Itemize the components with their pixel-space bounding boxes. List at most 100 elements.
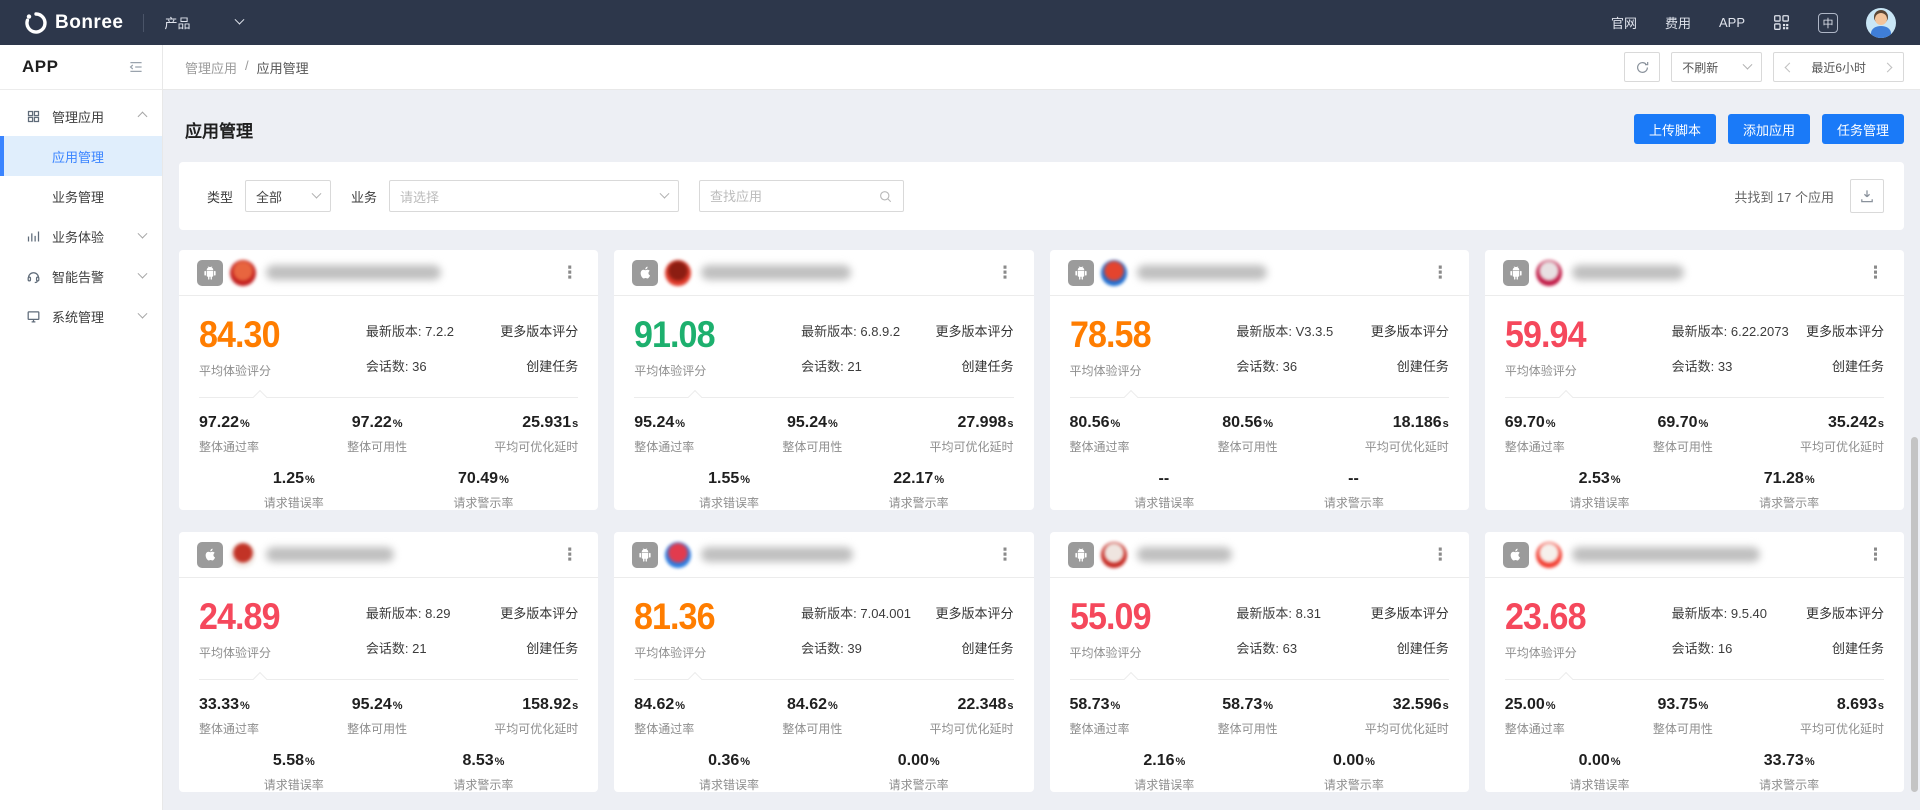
create-task-link[interactable]: 创建任务 [1832,356,1884,375]
stat-warn-rate: 8.53% 请求警示率 [389,752,579,792]
divider [199,397,578,398]
add-app-button[interactable]: 添加应用 [1728,114,1810,144]
create-task-link[interactable]: 创建任务 [1397,356,1449,375]
refresh-button[interactable] [1624,52,1660,82]
create-task-link[interactable]: 创建任务 [526,356,578,375]
more-menu-icon[interactable]: ⋮ [1863,262,1888,283]
app-search-input[interactable] [710,189,878,204]
more-version-scores-link[interactable]: 更多版本评分 [935,603,1013,622]
sidebar-item-manage-apps[interactable]: 管理应用 [0,96,162,136]
sidebar-item-app-management[interactable]: 应用管理 [0,136,162,176]
create-task-link[interactable]: 创建任务 [1832,638,1884,657]
nav-link-website[interactable]: 官网 [1611,13,1637,32]
stat-availability: 58.73% 整体可用性 [1190,696,1305,737]
nav-link-app[interactable]: APP [1719,15,1745,30]
chevron-up-icon [138,111,148,121]
more-version-scores-link[interactable]: 更多版本评分 [500,603,578,622]
app-logo-redacted [1101,542,1127,568]
latest-version: 最新版本: 7.2.2 [366,321,454,340]
create-task-link[interactable]: 创建任务 [961,638,1013,657]
more-menu-icon[interactable]: ⋮ [1428,262,1453,283]
monitor-icon [26,308,42,324]
search-icon[interactable] [878,189,893,204]
user-avatar[interactable] [1866,8,1896,38]
bonree-logo-icon [24,11,48,35]
scrollbar-thumb[interactable] [1911,437,1918,792]
create-task-link[interactable]: 创建任务 [961,356,1013,375]
more-menu-icon[interactable]: ⋮ [1863,544,1888,565]
more-menu-icon[interactable]: ⋮ [993,544,1018,565]
create-task-link[interactable]: 创建任务 [526,638,578,657]
prev-range-icon[interactable] [1785,62,1795,72]
stat-optimizable-latency: 27.998s 平均可优化延时 [870,414,1014,455]
stat-warn-rate: 0.00% 请求警示率 [824,752,1014,792]
divider [1070,397,1449,398]
breadcrumb-bar: 管理应用 / 应用管理 不刷新 最近6小时 [163,45,1920,90]
latest-version: 最新版本: 9.5.40 [1672,603,1767,622]
score-label: 平均体验评分 [634,362,722,379]
upload-script-button[interactable]: 上传脚本 [1634,114,1716,144]
stat-availability: 80.56% 整体可用性 [1190,414,1305,455]
next-range-icon[interactable] [1883,62,1893,72]
stat-availability: 69.70% 整体可用性 [1625,414,1740,455]
more-version-scores-link[interactable]: 更多版本评分 [500,321,578,340]
experience-score: 91.08 [634,316,715,353]
nav-link-billing[interactable]: 费用 [1665,13,1691,32]
breadcrumb-current: 应用管理 [257,58,309,77]
business-filter-select[interactable]: 请选择 [389,180,679,212]
time-range-picker[interactable]: 最近6小时 [1773,52,1904,82]
divider [1505,397,1884,398]
more-version-scores-link[interactable]: 更多版本评分 [1371,603,1449,622]
language-switch[interactable]: 中 [1818,13,1838,33]
product-menu[interactable]: 产品 [164,13,243,32]
more-version-scores-link[interactable]: 更多版本评分 [935,321,1013,340]
sidebar-item-smart-alert[interactable]: 智能告警 [0,256,162,296]
stat-pass-rate: 69.70% 整体通过率 [1505,414,1626,455]
apps-grid-icon[interactable] [1773,14,1790,31]
stat-availability: 95.24% 整体可用性 [320,696,435,737]
android-icon [637,547,653,563]
type-filter-select[interactable]: 全部 [245,180,331,212]
chevron-down-icon [138,268,148,278]
breadcrumb-parent[interactable]: 管理应用 [185,58,237,77]
divider [199,679,578,680]
refresh-interval-select[interactable]: 不刷新 [1671,52,1762,82]
experience-score: 55.09 [1070,598,1151,635]
app-card: ⋮ 59.94 平均体验评分 最新版本: 6.22.2073 更多版本评分 会话… [1485,250,1904,510]
os-badge [1068,542,1094,568]
more-menu-icon[interactable]: ⋮ [557,262,582,283]
task-management-button[interactable]: 任务管理 [1822,114,1904,144]
headset-icon [26,268,42,284]
bar-chart-icon [26,228,42,244]
score-label: 平均体验评分 [634,644,722,661]
more-version-scores-link[interactable]: 更多版本评分 [1371,321,1449,340]
android-icon [1073,265,1089,281]
more-menu-icon[interactable]: ⋮ [993,262,1018,283]
stat-pass-rate: 84.62% 整体通过率 [634,696,755,737]
sidebar-app-title: APP [22,57,58,77]
download-button[interactable] [1850,179,1884,213]
bonree-logo[interactable]: Bonree [24,11,123,35]
more-menu-icon[interactable]: ⋮ [557,544,582,565]
collapse-sidebar-icon[interactable] [128,59,144,75]
more-version-scores-link[interactable]: 更多版本评分 [1806,603,1884,622]
create-task-link[interactable]: 创建任务 [1397,638,1449,657]
more-version-scores-link[interactable]: 更多版本评分 [1806,321,1884,340]
app-cards-grid: ⋮ 84.30 平均体验评分 最新版本: 7.2.2 更多版本评分 会话数: 3… [179,250,1904,792]
chevron-down-icon [138,308,148,318]
stat-availability: 93.75% 整体可用性 [1625,696,1740,737]
stat-optimizable-latency: 158.92s 平均可优化延时 [435,696,579,737]
android-icon [202,265,218,281]
app-card: ⋮ 55.09 平均体验评分 最新版本: 8.31 更多版本评分 会话数: 63 [1050,532,1469,792]
stat-error-rate: 1.25% 请求错误率 [199,470,389,510]
app-logo-redacted [665,542,691,568]
result-count: 共找到 17 个应用 [1734,187,1834,206]
os-badge [632,260,658,286]
stat-warn-rate: 33.73% 请求警示率 [1694,752,1884,792]
experience-score: 84.30 [199,316,280,353]
more-menu-icon[interactable]: ⋮ [1428,544,1453,565]
stat-availability: 97.22% 整体可用性 [320,414,435,455]
sidebar-item-system-management[interactable]: 系统管理 [0,296,162,336]
sidebar-item-business-experience[interactable]: 业务体验 [0,216,162,256]
sidebar-item-business-management[interactable]: 业务管理 [0,176,162,216]
